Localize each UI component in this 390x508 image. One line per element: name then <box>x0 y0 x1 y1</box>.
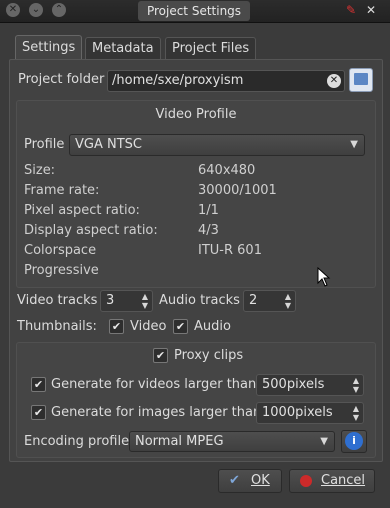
prop-dar-value: 4/3 <box>198 223 219 238</box>
videos-size-value: 500pixels <box>262 377 325 392</box>
audio-tracks-spinbox[interactable]: 2 ▲ ▼ <box>243 290 296 312</box>
thumbnails-video-label: Video <box>130 319 167 334</box>
encoding-profile-label: Encoding profile <box>24 434 130 449</box>
ok-button[interactable]: ✔ OK <box>218 469 282 493</box>
tab-settings-label: Settings <box>22 40 76 55</box>
browse-folder-button[interactable] <box>349 68 373 92</box>
generate-videos-checkbox[interactable]: ✔ <box>31 377 46 392</box>
video-profile-title: Video Profile <box>155 107 237 122</box>
audio-tracks-label: Audio tracks <box>159 293 240 308</box>
proxy-clips-checkbox[interactable]: ✔ <box>153 348 168 363</box>
close-window-icon[interactable]: ✕ <box>6 3 20 17</box>
thumbnails-label: Thumbnails: <box>17 319 97 334</box>
prop-colorspace-name: Colorspace <box>24 243 97 258</box>
clear-text-icon[interactable]: ✕ <box>327 74 341 88</box>
chevron-down-icon: ▼ <box>320 436 328 447</box>
thumbnails-audio-label: Audio <box>194 319 231 334</box>
settings-panel: Project folder /home/sxe/proxyism ✕ Vide… <box>9 59 383 462</box>
cancel-icon <box>300 475 312 487</box>
window-title: Project Settings <box>138 1 250 21</box>
encoding-profile-value: Normal MPEG <box>135 434 224 449</box>
spin-arrows-icon[interactable]: ▲ ▼ <box>353 403 359 422</box>
profile-value: VGA NTSC <box>75 137 142 152</box>
encoding-info-button[interactable]: i <box>341 430 367 453</box>
tab-metadata-label: Metadata <box>92 41 154 56</box>
prop-par-value: 1/1 <box>198 203 219 218</box>
prop-size-name: Size: <box>24 163 56 178</box>
thumbnails-audio-checkbox[interactable]: ✔ <box>173 319 188 334</box>
thumbnails-video-checkbox[interactable]: ✔ <box>109 319 124 334</box>
prop-size-value: 640x480 <box>198 163 256 178</box>
pin-icon[interactable]: ✎ <box>346 3 356 17</box>
proxy-group: ✔ Proxy clips ✔ Generate for videos larg… <box>16 342 376 458</box>
video-tracks-label: Video tracks <box>17 293 98 308</box>
prop-par-name: Pixel aspect ratio: <box>24 203 140 218</box>
generate-images-label: Generate for images larger than <box>51 405 262 420</box>
proxy-clips-label: Proxy clips <box>174 348 244 363</box>
profile-label: Profile <box>24 137 65 152</box>
videos-size-spinbox[interactable]: 500pixels ▲ ▼ <box>256 374 364 396</box>
maximize-icon[interactable]: ⌃ <box>52 3 66 17</box>
tab-metadata[interactable]: Metadata <box>85 37 161 60</box>
minimize-icon[interactable]: ⌄ <box>29 3 43 17</box>
ok-label: OK <box>251 473 270 488</box>
title-bar: ✕ ⌄ ⌃ Project Settings ✎ ✕ <box>0 0 390 23</box>
profile-combobox[interactable]: VGA NTSC ▼ <box>69 134 365 156</box>
images-size-value: 1000pixels <box>262 405 333 420</box>
cancel-button[interactable]: Cancel <box>289 469 375 493</box>
cancel-label: Cancel <box>321 473 366 488</box>
tab-project-files-label: Project Files <box>172 41 250 56</box>
prop-framerate-name: Frame rate: <box>24 183 100 198</box>
video-tracks-spinbox[interactable]: 3 ▲ ▼ <box>100 290 153 312</box>
project-folder-value: /home/sxe/proxyism <box>112 73 244 88</box>
ok-check-icon: ✔ <box>229 473 240 488</box>
project-folder-input[interactable]: /home/sxe/proxyism ✕ <box>107 70 345 92</box>
mouse-cursor-icon <box>317 267 331 287</box>
prop-framerate-value: 30000/1001 <box>198 183 277 198</box>
video-profile-group: Video Profile Profile VGA NTSC ▼ Size: 6… <box>16 100 376 288</box>
info-icon: i <box>345 432 363 450</box>
prop-progressive-name: Progressive <box>24 263 99 278</box>
prop-colorspace-value: ITU-R 601 <box>198 243 262 258</box>
audio-tracks-value: 2 <box>249 293 258 308</box>
generate-images-checkbox[interactable]: ✔ <box>31 405 46 420</box>
encoding-profile-combobox[interactable]: Normal MPEG ▼ <box>129 431 335 452</box>
spin-arrows-icon[interactable]: ▲ ▼ <box>142 291 148 310</box>
tab-settings[interactable]: Settings <box>15 35 83 60</box>
chevron-down-icon: ▼ <box>350 139 358 150</box>
video-tracks-value: 3 <box>106 293 115 308</box>
generate-videos-label: Generate for videos larger than <box>51 377 257 392</box>
spin-arrows-icon[interactable]: ▲ ▼ <box>353 375 359 394</box>
project-folder-label: Project folder <box>18 72 105 87</box>
prop-dar-name: Display aspect ratio: <box>24 223 158 238</box>
tab-project-files[interactable]: Project Files <box>165 37 257 60</box>
close-icon[interactable]: ✕ <box>366 3 376 17</box>
folder-open-icon <box>354 73 368 85</box>
images-size-spinbox[interactable]: 1000pixels ▲ ▼ <box>256 402 364 424</box>
spin-arrows-icon[interactable]: ▲ ▼ <box>285 291 291 310</box>
